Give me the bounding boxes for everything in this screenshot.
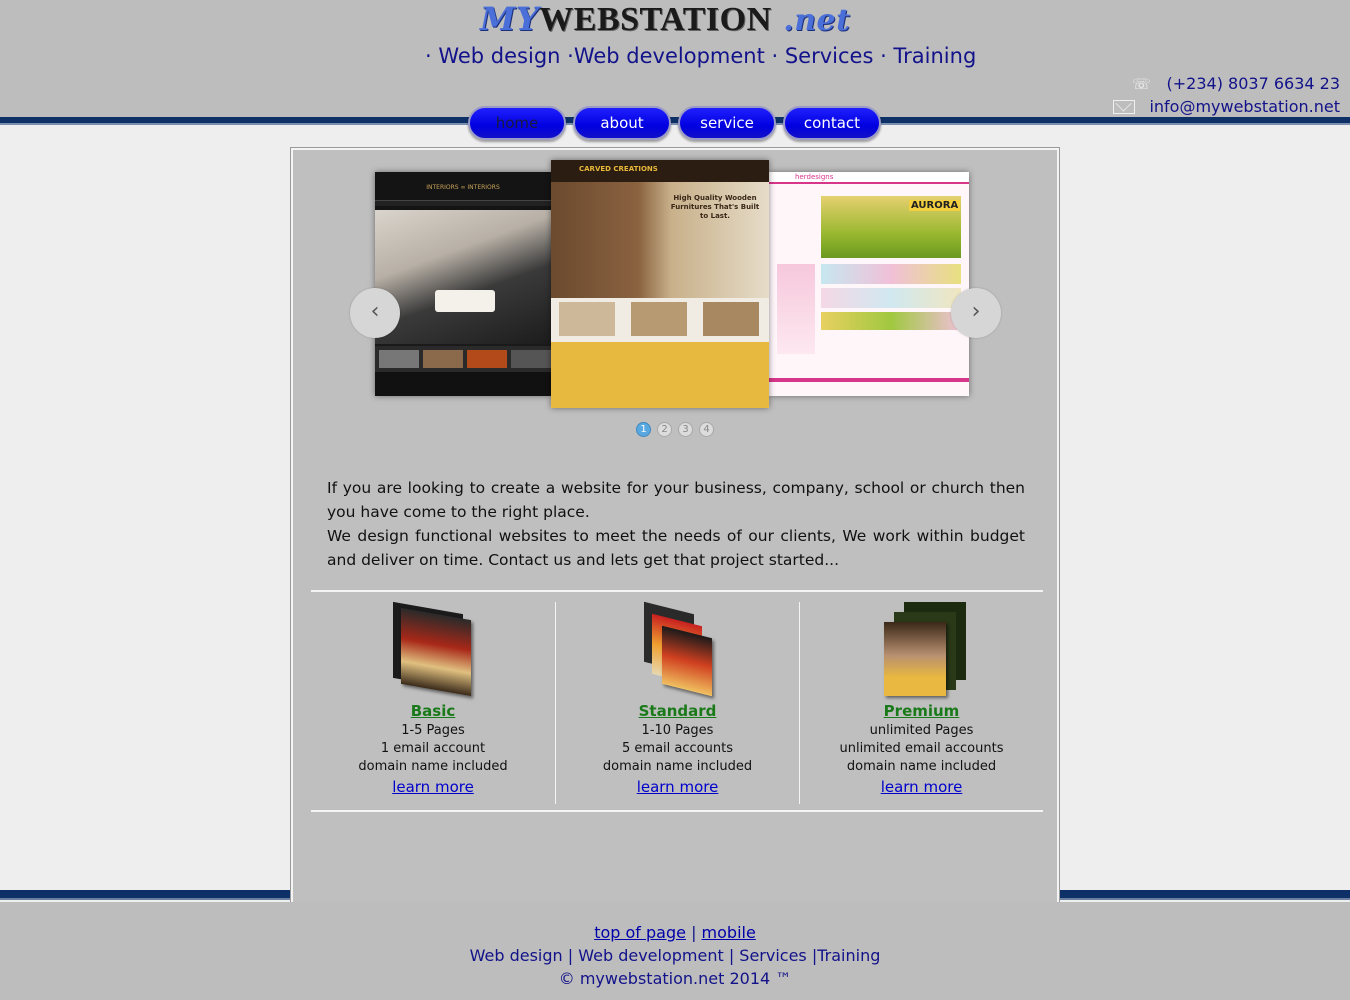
- package-standard-pages: 1-10 Pages: [641, 723, 714, 738]
- package-standard-domain: domain name included: [602, 759, 753, 774]
- packages-section: Basic 1-5 Pages 1 email account domain n…: [311, 601, 1043, 804]
- footer-services-line: Web design | Web development | Services …: [469, 946, 881, 965]
- footer-nav-line: top of page | mobile: [0, 921, 1350, 944]
- package-basic: Basic 1-5 Pages 1 email account domain n…: [311, 601, 555, 804]
- carousel-slide-interiors[interactable]: INTERIORS ∞ INTERIORS: [375, 172, 551, 396]
- slide-menu: [375, 200, 551, 206]
- slide-brand: INTERIORS ∞ INTERIORS: [426, 184, 500, 191]
- package-basic-domain: domain name included: [358, 759, 508, 774]
- slide-footer-panel: [551, 342, 769, 408]
- package-basic-learn-more-link[interactable]: learn more: [392, 778, 474, 796]
- slide-thumb: [703, 302, 759, 336]
- package-premium-pages: unlimited Pages: [869, 723, 974, 738]
- nav-contact-button[interactable]: contact: [783, 106, 881, 140]
- slide-thumb: [379, 350, 419, 368]
- package-standard-title[interactable]: Standard: [639, 702, 717, 720]
- slide-thumb: [423, 350, 463, 368]
- slide-thumb: [559, 302, 615, 336]
- phone-number: (+234) 8037 6634 23: [1166, 74, 1340, 93]
- slide-brand: herdesigns: [795, 173, 834, 181]
- envelope-icon: [1113, 99, 1136, 114]
- carousel-dot-3[interactable]: 3: [678, 422, 693, 437]
- carousel-prev-button[interactable]: ‹: [350, 288, 400, 338]
- carousel-dot-4[interactable]: 4: [699, 422, 714, 437]
- footer-links: top of page | mobile Web design | Web de…: [0, 921, 1350, 990]
- intro-line-1: If you are looking to create a website f…: [327, 479, 1025, 521]
- contact-info: ☏ (+234) 8037 6634 23 info@mywebstation.…: [1113, 72, 1340, 118]
- slide-brand: CARVED CREATIONS: [579, 165, 658, 173]
- package-premium-title[interactable]: Premium: [884, 702, 960, 720]
- divider-top: [311, 590, 1043, 592]
- email-address[interactable]: info@mywebstation.net: [1149, 97, 1340, 116]
- intro-line-2: We design functional websites to meet th…: [327, 527, 1025, 569]
- footer-stripe-right: [1058, 890, 1350, 900]
- slide-thumbs: [821, 288, 961, 308]
- tagline: · Web design ·Web development · Services…: [425, 44, 977, 68]
- intro-text: If you are looking to create a website f…: [327, 476, 1025, 572]
- package-premium-domain: domain name included: [846, 759, 997, 774]
- logo-webstation: WEBSTATION: [539, 1, 772, 38]
- carousel-next-button[interactable]: ›: [951, 288, 1001, 338]
- carousel-slide-herdesigns[interactable]: herdesigns AURORA: [769, 172, 969, 396]
- carousel-dot-1[interactable]: 1: [636, 422, 651, 437]
- package-basic-email: 1 email account: [380, 741, 486, 756]
- package-standard-learn-more-link[interactable]: learn more: [637, 778, 719, 796]
- slide-footer: [375, 372, 551, 396]
- logo-my: MY: [480, 0, 540, 38]
- email-row[interactable]: info@mywebstation.net: [1113, 95, 1340, 118]
- mobile-link[interactable]: mobile: [702, 923, 756, 942]
- package-standard: Standard 1-10 Pages 5 email accounts dom…: [555, 601, 799, 804]
- package-premium-email: unlimited email accounts: [839, 741, 1004, 756]
- footer-separator: |: [691, 923, 697, 942]
- package-basic-image: [385, 601, 481, 698]
- slide-table: [435, 290, 495, 312]
- slide-headline: AURORA: [909, 200, 961, 211]
- nav-home-button[interactable]: home: [468, 106, 566, 140]
- slide-thumb: [631, 302, 687, 336]
- carousel-dot-2[interactable]: 2: [657, 422, 672, 437]
- carousel-slide-carved-creations[interactable]: CARVED CREATIONS High Quality Wooden Fur…: [551, 160, 769, 408]
- slide-thumb: [467, 350, 507, 368]
- package-premium: Premium unlimited Pages unlimited email …: [799, 602, 1043, 804]
- slide-headline: High Quality Wooden Furnitures That's Bu…: [670, 194, 760, 220]
- phone-icon: ☏: [1132, 74, 1151, 93]
- package-basic-title[interactable]: Basic: [411, 702, 456, 720]
- top-of-page-link[interactable]: top of page: [594, 923, 686, 942]
- nav-service-button[interactable]: service: [678, 106, 776, 140]
- package-standard-email: 5 email accounts: [622, 741, 733, 756]
- footer: top of page | mobile Web design | Web de…: [0, 902, 1350, 1000]
- slide-thumbs: [821, 312, 961, 330]
- footer-copyright: © mywebstation.net 2014 ™: [558, 969, 792, 988]
- slide-sidebar: [777, 264, 815, 354]
- phone-row: ☏ (+234) 8037 6634 23: [1113, 72, 1340, 95]
- footer-stripe-left: [0, 890, 292, 900]
- package-premium-learn-more-link[interactable]: learn more: [881, 778, 963, 796]
- slide-thumb: [511, 350, 551, 368]
- site-logo[interactable]: MYWEBSTATION .net: [480, 0, 850, 38]
- divider-bottom: [311, 810, 1043, 812]
- main-panel: INTERIORS ∞ INTERIORS CARVED CREATIONS H…: [290, 147, 1060, 913]
- package-standard-image: [630, 601, 726, 698]
- carousel-pagination: 1 2 3 4: [636, 422, 714, 437]
- package-basic-pages: 1-5 Pages: [401, 723, 465, 738]
- logo-net: .net: [783, 3, 851, 38]
- slide-thumbs: [821, 264, 961, 284]
- nav-about-button[interactable]: about: [573, 106, 671, 140]
- main-nav: home about service contact: [468, 106, 881, 140]
- package-premium-image: [874, 602, 970, 698]
- slide-footer: [769, 378, 969, 382]
- slide-photo: [375, 210, 551, 344]
